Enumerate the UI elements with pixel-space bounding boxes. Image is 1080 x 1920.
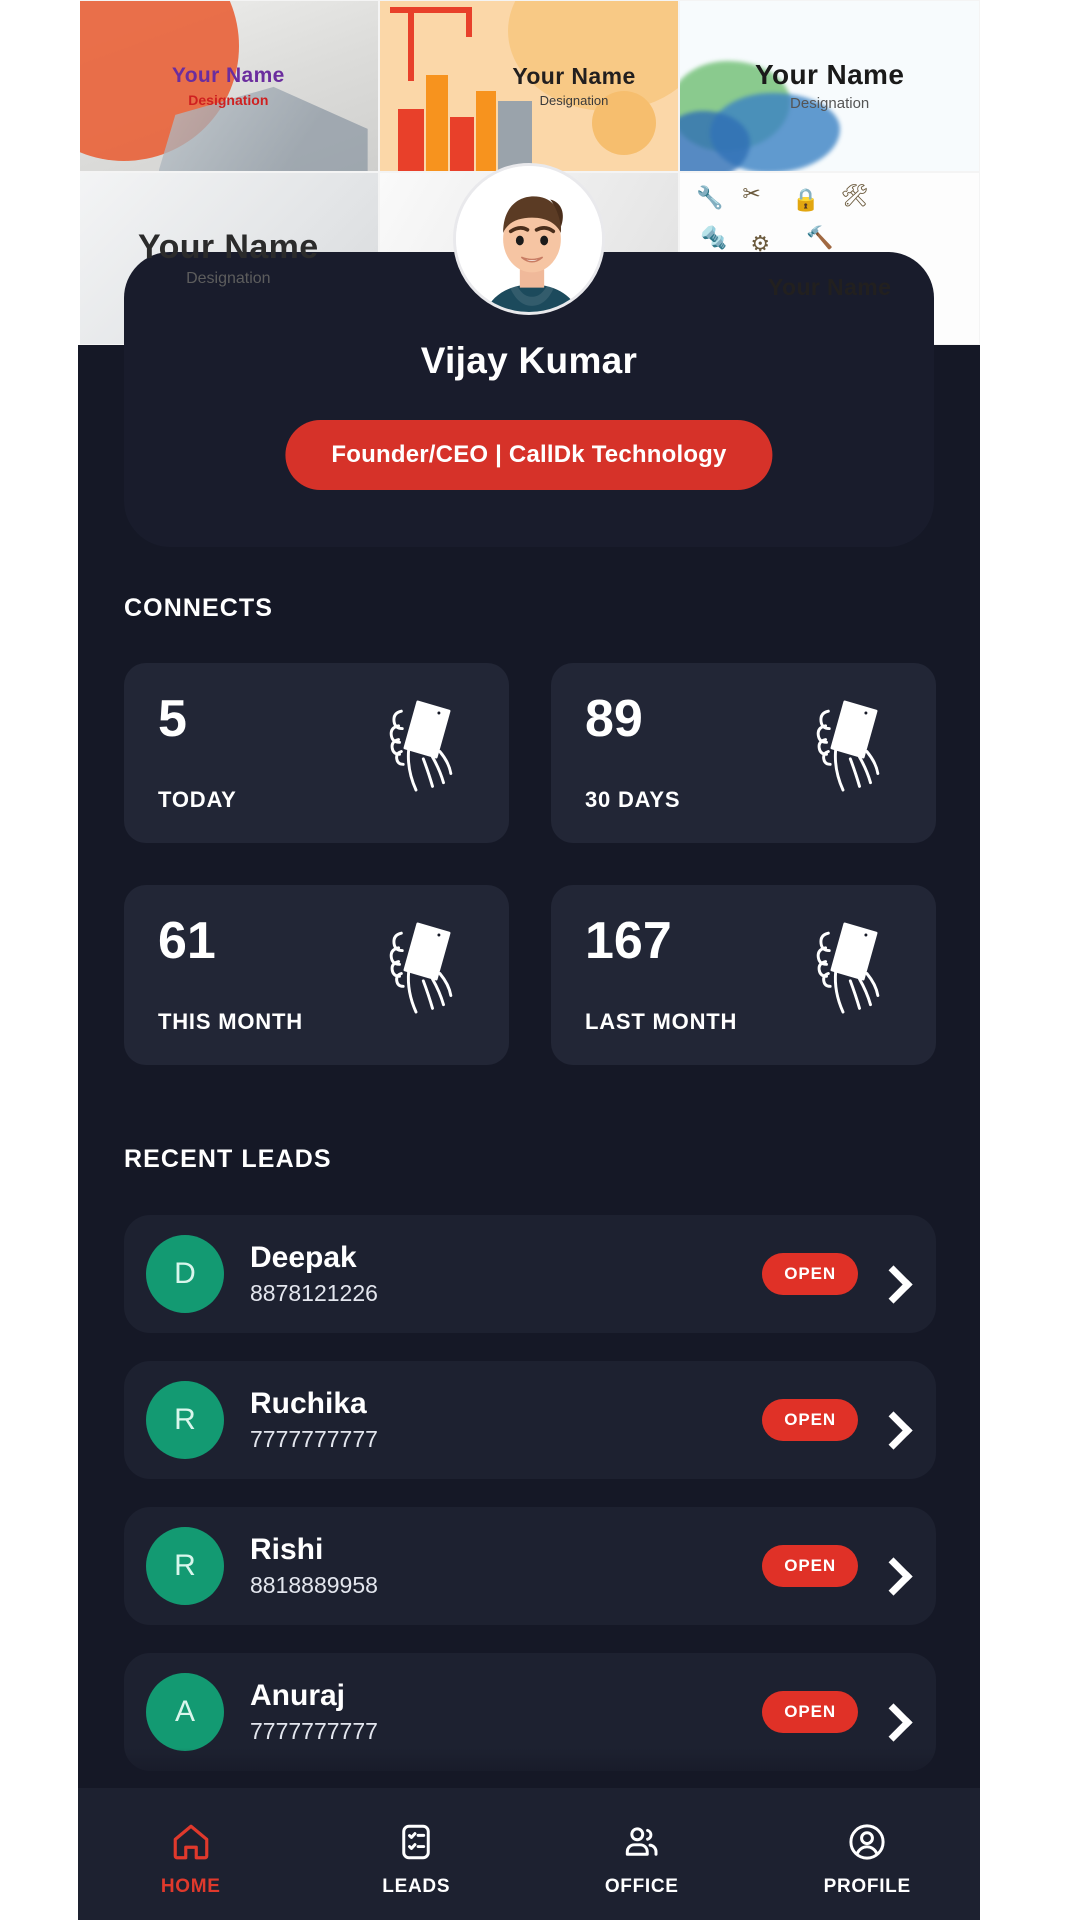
- lead-name: Rishi: [250, 1533, 324, 1567]
- nav-label: PROFILE: [823, 1875, 911, 1897]
- app-screen: Your Name Designation Your Name Designat…: [0, 0, 1080, 1920]
- chevron-right-icon[interactable]: [876, 1263, 910, 1307]
- status-badge[interactable]: OPEN: [762, 1545, 858, 1587]
- lead-phone: 8818889958: [250, 1571, 378, 1598]
- card-designation-text: Designation: [790, 94, 870, 112]
- nav-label: LEADS: [382, 1875, 451, 1897]
- lead-info: Anuraj 7777777777: [250, 1679, 762, 1745]
- nav-item-leads[interactable]: LEADS: [304, 1788, 530, 1920]
- profile-name: Vijay Kumar: [420, 340, 638, 381]
- chevron-right-icon[interactable]: [876, 1409, 910, 1453]
- card-designation-text: Designation: [539, 93, 609, 109]
- right-gutter: [1000, 0, 1080, 345]
- user-avatar-illustration: [456, 166, 602, 312]
- recent-leads-list: D Deepak 8878121226 OPEN R Ruchika 77777…: [124, 1215, 936, 1799]
- stat-card-this-month[interactable]: 61 THIS MONTH: [124, 885, 509, 1065]
- card-name-text: Your Name: [138, 227, 319, 266]
- lead-row[interactable]: A Anuraj 7777777777 OPEN: [124, 1653, 936, 1771]
- lead-phone: 7777777777: [250, 1425, 378, 1452]
- card-designation-text: Designation: [188, 91, 269, 108]
- bottom-navigation: HOME LEADS OFFICE PROFILE: [78, 1788, 980, 1920]
- lead-info: Deepak 8878121226: [250, 1241, 762, 1307]
- nav-label: OFFICE: [604, 1875, 679, 1897]
- stat-card-today[interactable]: 5 TODAY: [124, 663, 509, 843]
- card-name-text: Your Name: [171, 64, 285, 88]
- hand-holding-phone-icon: [389, 700, 453, 792]
- hand-holding-phone-icon: [816, 922, 880, 1014]
- status-badge[interactable]: OPEN: [762, 1399, 858, 1441]
- hand-holding-phone-icon: [389, 922, 453, 1014]
- status-badge[interactable]: OPEN: [762, 1691, 858, 1733]
- checklist-icon: [402, 1824, 430, 1859]
- people-icon: [625, 1826, 658, 1856]
- lead-info: Rishi 8818889958: [250, 1533, 762, 1599]
- nav-label: HOME: [160, 1875, 221, 1897]
- stat-card-last-month[interactable]: 167 LAST MONTH: [551, 885, 936, 1065]
- lead-name: Deepak: [250, 1241, 357, 1275]
- nav-item-office[interactable]: OFFICE: [529, 1788, 755, 1920]
- lead-phone: 8878121226: [250, 1279, 378, 1306]
- card-name-text: Your Name: [767, 273, 892, 300]
- nav-item-home[interactable]: HOME: [78, 1788, 304, 1920]
- connects-section-title: CONNECTS: [124, 594, 274, 622]
- status-badge[interactable]: OPEN: [762, 1253, 858, 1295]
- card-name-text: Your Name: [754, 59, 905, 91]
- avatar-initial: D: [146, 1235, 224, 1313]
- avatar-initial: A: [146, 1673, 224, 1751]
- hand-holding-phone-icon: [816, 700, 880, 792]
- stat-card-30days[interactable]: 89 30 DAYS: [551, 663, 936, 843]
- lead-name: Ruchika: [250, 1387, 367, 1421]
- lead-name: Anuraj: [250, 1679, 346, 1713]
- nav-item-profile[interactable]: PROFILE: [755, 1788, 981, 1920]
- connects-stats-grid: 5 TODAY 89 30 DAYS 61 THIS MONTH 167 LAS…: [124, 663, 936, 1065]
- left-gutter: [0, 0, 80, 345]
- lead-info: Ruchika 7777777777: [250, 1387, 762, 1453]
- user-circle-icon: [849, 1823, 885, 1860]
- recent-leads-section-title: RECENT LEADS: [124, 1145, 332, 1173]
- card-designation-text: Designation: [186, 270, 271, 288]
- chevron-right-icon[interactable]: [876, 1555, 910, 1599]
- lead-row[interactable]: R Ruchika 7777777777 OPEN: [124, 1361, 936, 1479]
- lead-phone: 7777777777: [250, 1717, 378, 1744]
- lead-row[interactable]: D Deepak 8878121226 OPEN: [124, 1215, 936, 1333]
- home-icon: [173, 1824, 209, 1859]
- lead-row[interactable]: R Rishi 8818889958 OPEN: [124, 1507, 936, 1625]
- avatar-initial: R: [146, 1381, 224, 1459]
- avatar[interactable]: [453, 163, 605, 315]
- card-name-text: Your Name: [512, 62, 636, 89]
- chevron-right-icon[interactable]: [876, 1701, 910, 1745]
- designation-badge[interactable]: Founder/CEO | CallDk Technology: [285, 420, 773, 490]
- avatar-initial: R: [146, 1527, 224, 1605]
